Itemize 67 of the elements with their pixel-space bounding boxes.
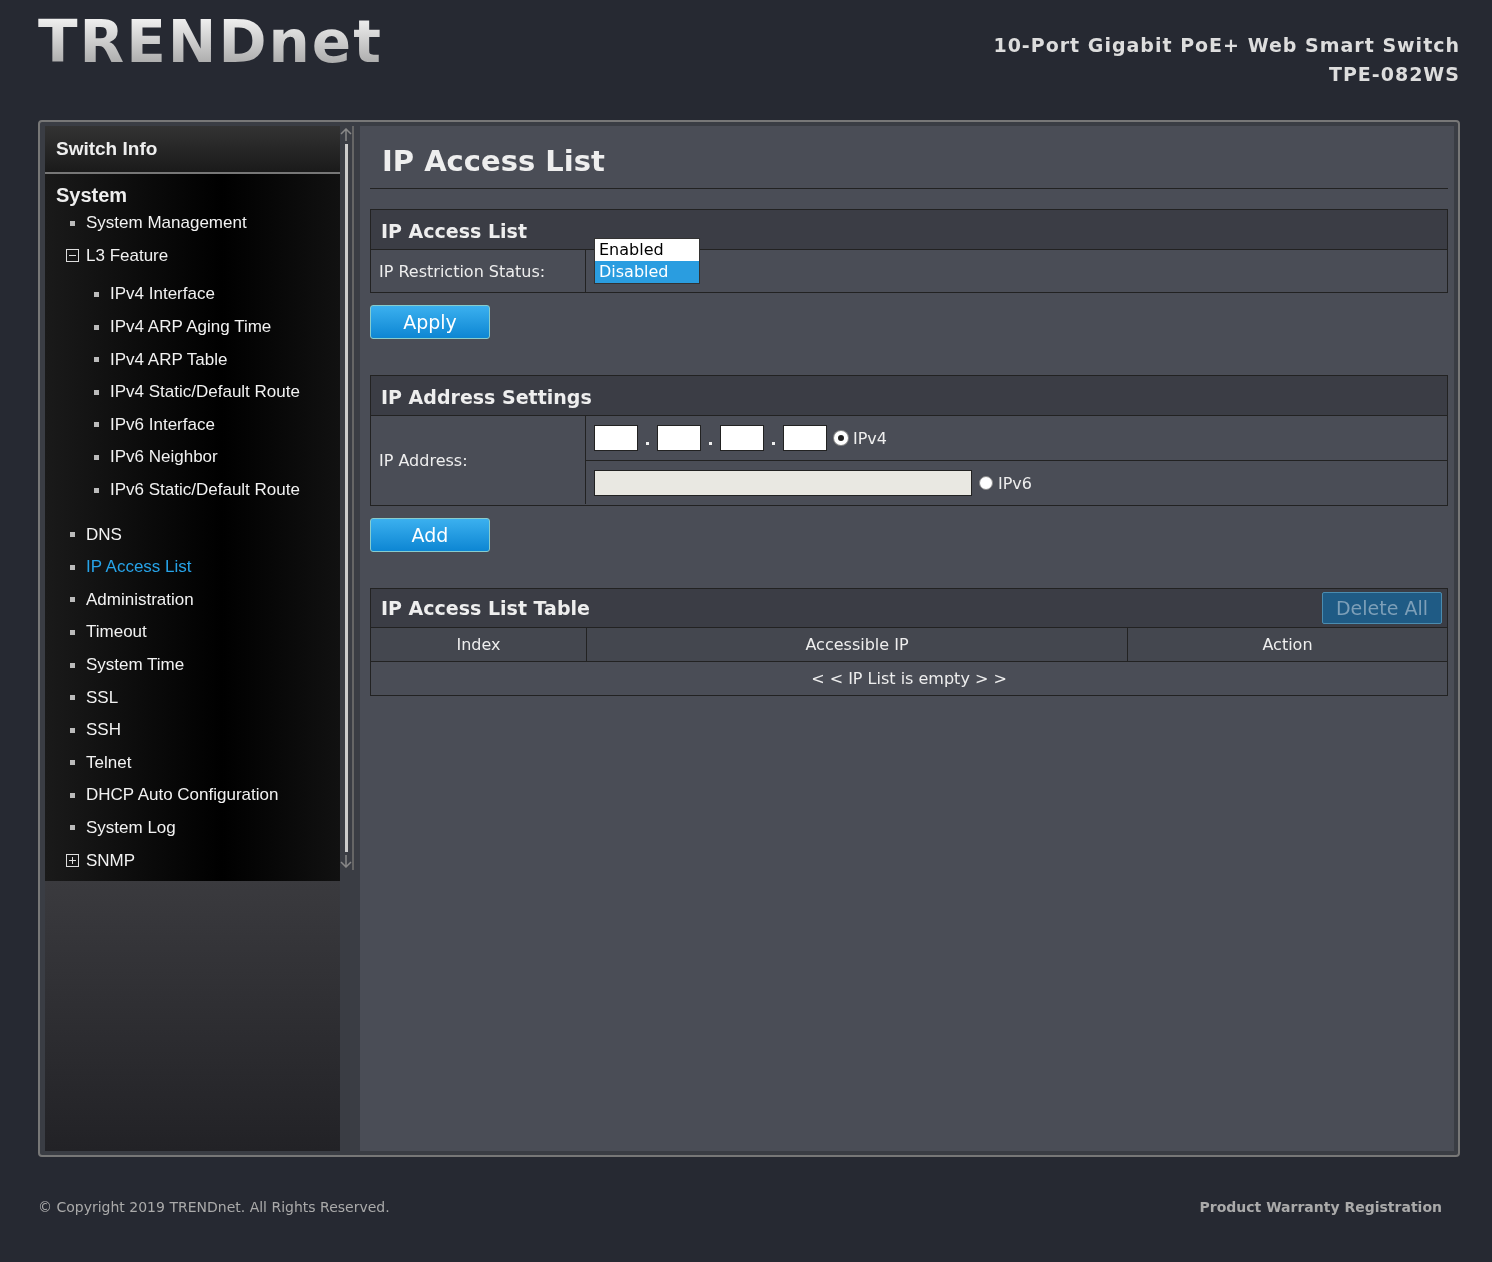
dropdown-option[interactable]: Enabled [595, 239, 699, 261]
field-label: IP Address: [371, 416, 586, 504]
tree-toggle-icon[interactable] [66, 854, 79, 868]
sidebar-item[interactable]: IPv4 ARP Table [110, 349, 228, 370]
sidebar-item[interactable]: SNMP [86, 850, 136, 871]
bullet-icon [70, 727, 75, 733]
sidebar-item[interactable]: IPv4 Static/Default Route [110, 382, 300, 403]
sidebar-item[interactable]: DNS [86, 524, 122, 545]
scroll-up-icon[interactable] [340, 128, 352, 142]
sidebar-item[interactable]: IPv4 Interface [110, 284, 215, 305]
radio-button[interactable] [979, 476, 993, 490]
octet-field[interactable] [783, 425, 827, 451]
sidebar-section[interactable]: System [45, 174, 340, 207]
sidebar-item[interactable]: DHCP Auto Configuration [86, 785, 279, 806]
radio-label: IPv4 [853, 428, 887, 448]
bullet-icon [94, 422, 99, 428]
sidebar-heading[interactable]: Switch Info [45, 126, 340, 174]
sidebar-item[interactable]: IPv4 ARP Aging Time [110, 317, 272, 338]
bullet-icon [70, 662, 75, 668]
radio-label: IPv6 [998, 473, 1032, 493]
sidebar-item[interactable]: IPv6 Neighbor [110, 447, 218, 468]
column-header: Accessible IP [587, 628, 1128, 661]
model-name: TPE-082WS [1327, 62, 1460, 87]
bullet-icon [94, 389, 99, 395]
bullet-icon [70, 597, 75, 603]
sidebar-item[interactable]: SSH [86, 720, 121, 741]
scroll-down-icon[interactable] [340, 854, 352, 868]
bullet-icon [70, 760, 75, 766]
ipv6-field[interactable] [594, 470, 972, 496]
octet-field[interactable] [657, 425, 701, 451]
sidebar-item[interactable]: SSL [86, 687, 119, 708]
bullet-icon [70, 532, 75, 538]
sidebar-item[interactable]: IPv6 Interface [110, 414, 215, 435]
sidebar-item[interactable]: Telnet [86, 752, 132, 773]
section-header: IP Access List Table [381, 597, 590, 619]
sidebar-item[interactable]: System Management [86, 213, 247, 234]
empty-message: < < IP List is empty > > [810, 668, 1008, 690]
tree-toggle-icon[interactable] [66, 249, 79, 263]
sidebar-item[interactable]: L3 Feature [86, 245, 169, 266]
bullet-icon [94, 487, 99, 493]
sidebar-item[interactable]: IP Access List [86, 557, 192, 578]
sidebar-item[interactable]: System Log [86, 818, 176, 838]
column-header: Index [371, 628, 587, 661]
octet-field[interactable] [594, 425, 638, 451]
warranty-link[interactable]: Product Warranty Registration [1199, 1199, 1442, 1215]
dropdown-list[interactable]: Enabled Disabled [594, 238, 700, 284]
sidebar-item[interactable]: Timeout [86, 622, 147, 643]
page-title: IP Access List [370, 126, 1448, 189]
bullet-icon [70, 825, 75, 831]
product-name: 10-Port Gigabit PoE+ Web Smart Switch [993, 33, 1460, 58]
sidebar-item[interactable]: Administration [86, 589, 194, 610]
bullet-icon [70, 564, 75, 570]
bullet-icon [70, 220, 75, 226]
section-header: IP Address Settings [371, 376, 1447, 416]
bullet-icon [70, 695, 75, 701]
column-header: Action [1128, 628, 1447, 661]
bullet-icon [94, 357, 99, 363]
bullet-icon [70, 629, 75, 635]
bullet-icon [94, 324, 99, 330]
copyright: © Copyright 2019 TRENDnet. All Rights Reserved. [38, 1199, 390, 1215]
sidebar-item[interactable]: IPv6 Static/Default Route [110, 480, 300, 501]
bullet-icon [94, 454, 99, 460]
bullet-icon [70, 792, 75, 798]
bullet-icon [94, 292, 99, 297]
field-label: IP Restriction Status: [371, 250, 586, 292]
sidebar-item[interactable]: System Time [86, 655, 185, 675]
octet-field[interactable] [720, 425, 764, 451]
